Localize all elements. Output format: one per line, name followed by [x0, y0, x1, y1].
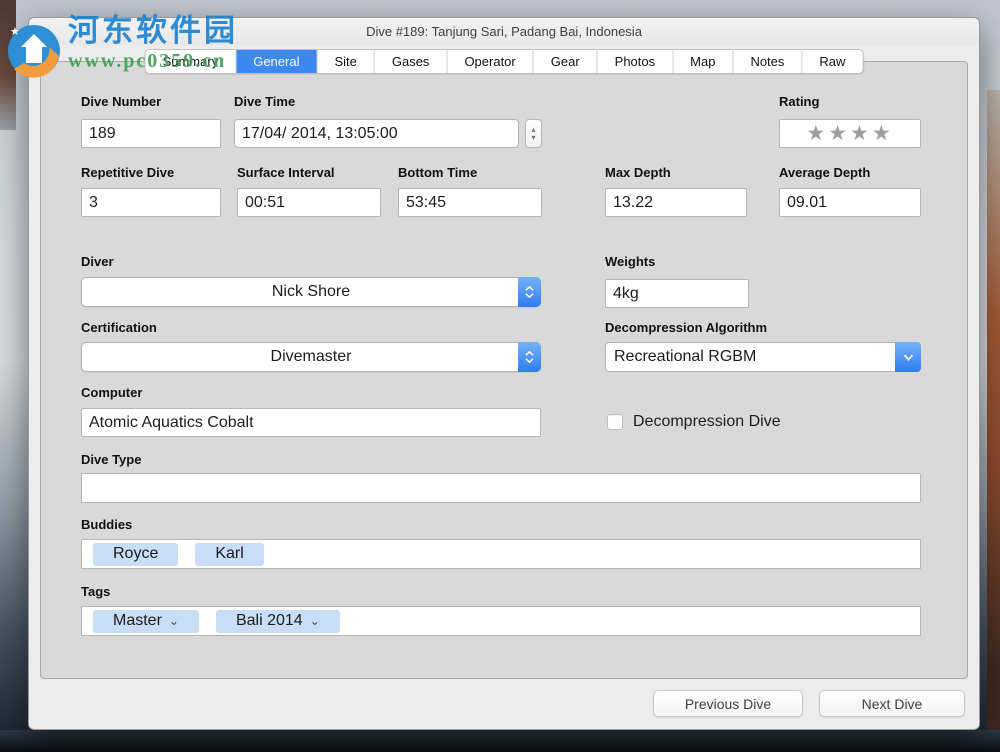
- popup-up-down-icon[interactable]: [518, 277, 541, 307]
- diver-label: Diver: [81, 254, 114, 269]
- diver-popup[interactable]: Nick Shore: [81, 277, 541, 307]
- surface-interval-label: Surface Interval: [237, 165, 335, 180]
- chevron-down-icon[interactable]: ⌄: [310, 616, 320, 626]
- tab-gear[interactable]: Gear: [534, 50, 598, 73]
- chevron-down-icon[interactable]: [895, 342, 921, 372]
- weights-input[interactable]: [605, 279, 749, 308]
- star-rating-icon[interactable]: ★★★★: [806, 123, 893, 144]
- average-depth-label: Average Depth: [779, 165, 870, 180]
- tab-site[interactable]: Site: [317, 50, 374, 73]
- window-titlebar[interactable]: Dive #189: Tanjung Sari, Padang Bai, Ind…: [29, 18, 979, 45]
- buddy-token[interactable]: Karl: [195, 543, 263, 566]
- dive-time-stepper[interactable]: ▴ ▾: [525, 119, 542, 148]
- certification-label: Certification: [81, 320, 157, 335]
- dive-number-input[interactable]: [81, 119, 221, 148]
- weights-label: Weights: [605, 254, 655, 269]
- decompression-dive-checkbox[interactable]: [607, 414, 623, 430]
- computer-input[interactable]: [81, 408, 541, 437]
- wallpaper-rock-left: [0, 0, 16, 130]
- tab-map[interactable]: Map: [673, 50, 733, 73]
- popup-up-down-icon[interactable]: [518, 342, 541, 372]
- app-window: Dive #189: Tanjung Sari, Padang Bai, Ind…: [28, 17, 980, 730]
- rating-field[interactable]: ★★★★: [779, 119, 921, 148]
- buddy-token-label: Karl: [215, 545, 243, 563]
- dive-time-label: Dive Time: [234, 94, 295, 109]
- dive-time-input[interactable]: [234, 119, 519, 148]
- tab-notes[interactable]: Notes: [733, 50, 802, 73]
- tags-label: Tags: [81, 584, 110, 599]
- tag-token-label: Bali 2014: [236, 612, 303, 630]
- buddy-token-label: Royce: [113, 545, 158, 563]
- max-depth-label: Max Depth: [605, 165, 671, 180]
- next-dive-button[interactable]: Next Dive: [819, 690, 965, 717]
- dive-number-label: Dive Number: [81, 94, 161, 109]
- repetitive-dive-input[interactable]: [81, 188, 221, 217]
- diver-popup-value: Nick Shore: [272, 283, 350, 301]
- buddy-token[interactable]: Royce: [93, 543, 178, 566]
- wallpaper-rock-bottom: [0, 730, 1000, 752]
- tag-token-label: Master: [113, 612, 162, 630]
- rating-label: Rating: [779, 94, 819, 109]
- dive-type-input[interactable]: [81, 473, 921, 503]
- tab-photos[interactable]: Photos: [598, 50, 673, 73]
- bottom-time-label: Bottom Time: [398, 165, 477, 180]
- max-depth-input[interactable]: [605, 188, 747, 217]
- certification-popup-value: Divemaster: [271, 348, 352, 366]
- dive-type-label: Dive Type: [81, 452, 141, 467]
- stepper-down-icon[interactable]: ▾: [531, 134, 535, 141]
- general-tab-panel: Dive Number Dive Time ▴ ▾ Rating ★★★★ Re…: [40, 61, 968, 679]
- wallpaper-rock-right: [987, 90, 1000, 730]
- tab-gases[interactable]: Gases: [375, 50, 448, 73]
- previous-dive-button[interactable]: Previous Dive: [653, 690, 803, 717]
- tags-field[interactable]: Master ⌄ Bali 2014 ⌄: [81, 606, 921, 636]
- certification-popup[interactable]: Divemaster: [81, 342, 541, 372]
- tab-summary[interactable]: Summary: [146, 50, 237, 73]
- decompression-algorithm-label: Decompression Algorithm: [605, 320, 767, 335]
- decompression-algorithm-combo[interactable]: Recreational RGBM: [605, 342, 921, 372]
- bottom-time-input[interactable]: [398, 188, 542, 217]
- tab-general[interactable]: General: [236, 50, 317, 73]
- tag-token[interactable]: Bali 2014 ⌄: [216, 610, 340, 633]
- tab-bar: Summary General Site Gases Operator Gear…: [145, 49, 864, 74]
- tag-token[interactable]: Master ⌄: [93, 610, 199, 633]
- decompression-algorithm-value: Recreational RGBM: [614, 348, 756, 366]
- stepper-up-icon[interactable]: ▴: [531, 126, 535, 133]
- buddies-field[interactable]: Royce Karl: [81, 539, 921, 569]
- average-depth-input[interactable]: [779, 188, 921, 217]
- surface-interval-input[interactable]: [237, 188, 381, 217]
- repetitive-dive-label: Repetitive Dive: [81, 165, 174, 180]
- buddies-label: Buddies: [81, 517, 132, 532]
- chevron-down-icon[interactable]: ⌄: [169, 616, 179, 626]
- window-title: Dive #189: Tanjung Sari, Padang Bai, Ind…: [366, 24, 642, 39]
- decompression-dive-label: Decompression Dive: [633, 413, 781, 431]
- tab-operator[interactable]: Operator: [447, 50, 533, 73]
- computer-label: Computer: [81, 385, 142, 400]
- tab-raw[interactable]: Raw: [802, 50, 862, 73]
